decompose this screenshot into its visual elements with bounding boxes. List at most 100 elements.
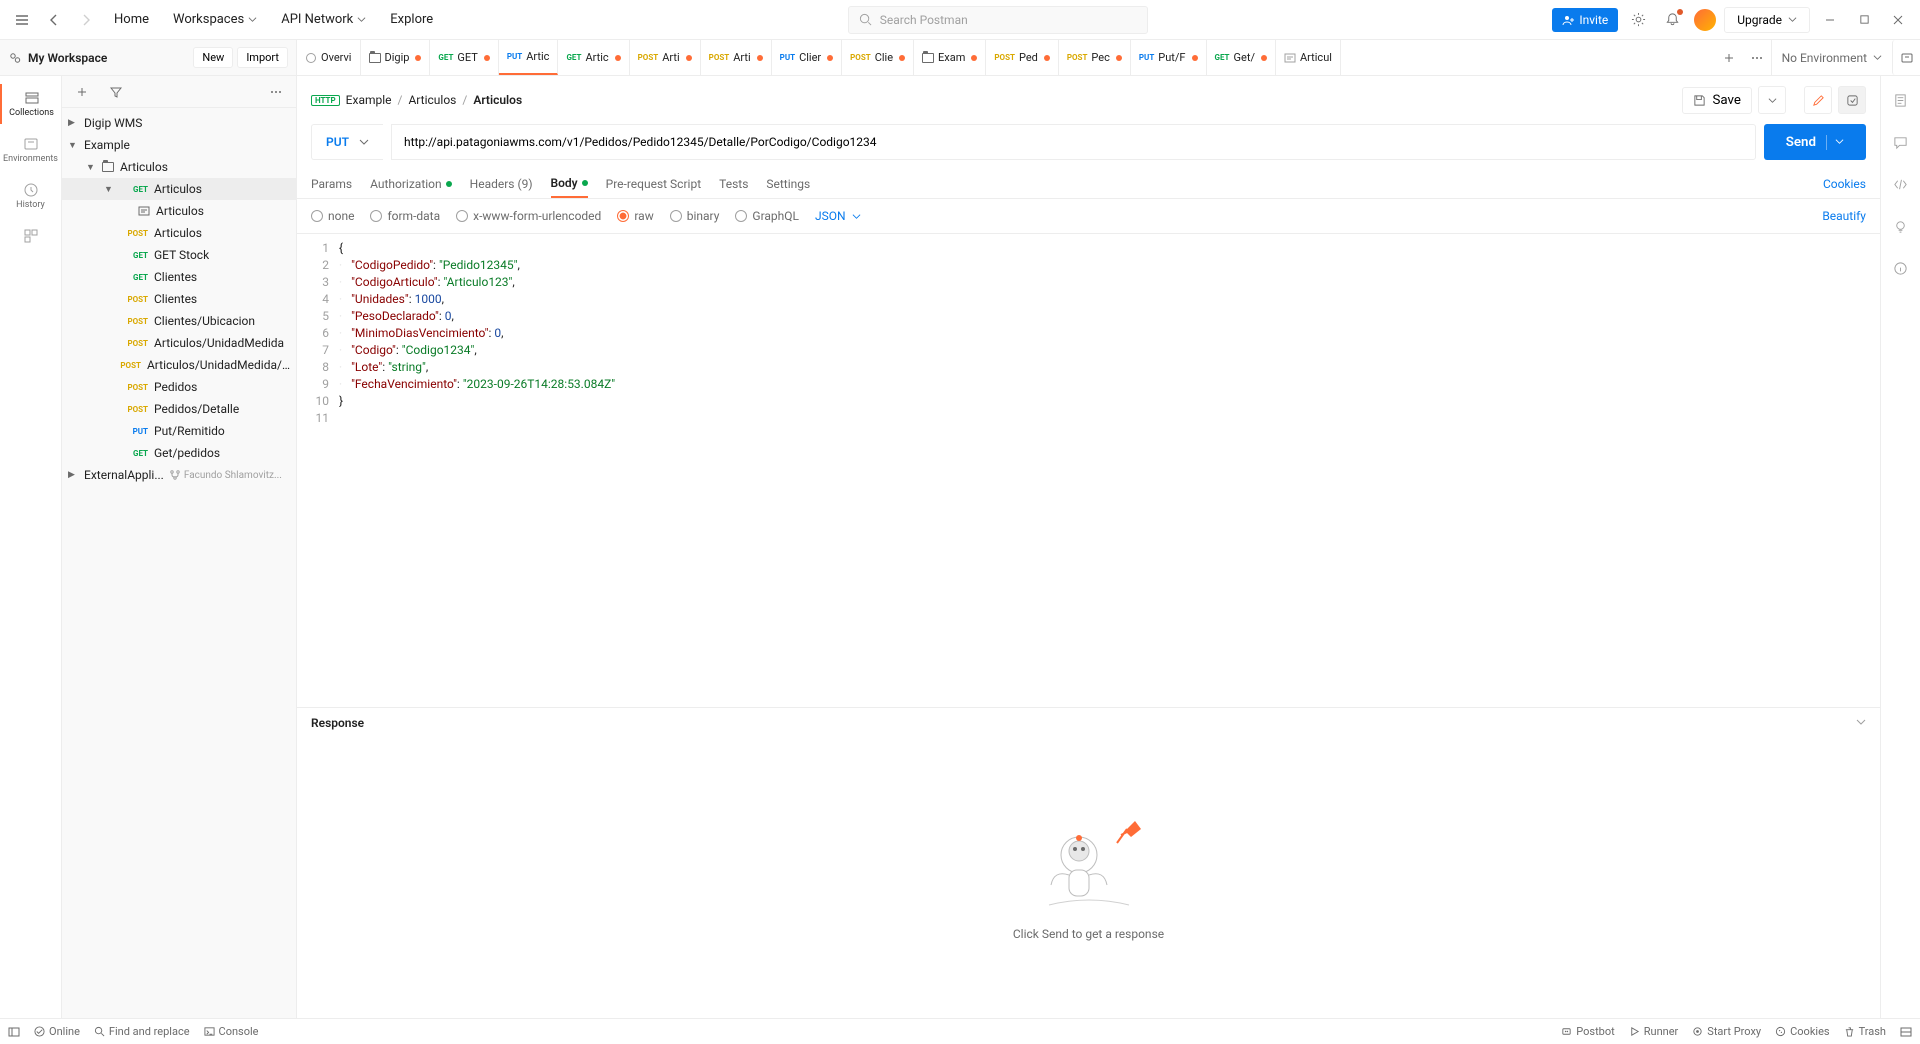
- code-editor[interactable]: 1234567891011 {· "CodigoPedido": "Pedido…: [297, 234, 1880, 707]
- breadcrumb-seg[interactable]: Articulos: [408, 93, 456, 107]
- sb-postbot[interactable]: Postbot: [1561, 1025, 1614, 1038]
- body-binary[interactable]: binary: [670, 209, 720, 223]
- tab-params[interactable]: Params: [311, 171, 352, 197]
- tree-row[interactable]: POSTArticulos/UnidadMedida: [62, 332, 296, 354]
- tab-item[interactable]: Articul: [1276, 40, 1341, 75]
- tab-prerequest[interactable]: Pre-request Script: [606, 171, 701, 197]
- tree-row[interactable]: POSTArticulos: [62, 222, 296, 244]
- beautify-link[interactable]: Beautify: [1822, 209, 1866, 223]
- tree-row[interactable]: ▶Digip WMS: [62, 112, 296, 134]
- tree-row[interactable]: GETGET Stock: [62, 244, 296, 266]
- add-tab-button[interactable]: [1715, 44, 1743, 72]
- import-button[interactable]: Import: [237, 47, 288, 68]
- hamburger-icon[interactable]: [8, 6, 36, 34]
- tab-overflow-button[interactable]: [1743, 44, 1771, 72]
- send-caret-icon[interactable]: [1826, 135, 1844, 150]
- tab-item[interactable]: GETGet/: [1207, 40, 1276, 75]
- nav-explore[interactable]: Explore: [380, 6, 443, 33]
- body-formdata[interactable]: form-data: [370, 209, 440, 223]
- tree-row[interactable]: ▼Articulos: [62, 156, 296, 178]
- body-language-selector[interactable]: JSON: [815, 209, 861, 223]
- tab-item[interactable]: POSTPec: [1059, 40, 1131, 75]
- rail-history[interactable]: History: [0, 176, 61, 216]
- sidebar-filter-icon[interactable]: [102, 78, 130, 106]
- cookies-link[interactable]: Cookies: [1823, 177, 1866, 191]
- notifications-icon[interactable]: [1658, 6, 1686, 34]
- tree-row[interactable]: POSTPedidos/Detalle: [62, 398, 296, 420]
- body-none[interactable]: none: [311, 209, 354, 223]
- nav-api-network[interactable]: API Network: [271, 6, 376, 33]
- forward-icon[interactable]: [72, 6, 100, 34]
- tab-item[interactable]: PUTClier: [772, 40, 842, 75]
- tab-item[interactable]: PUTPut/F: [1131, 40, 1207, 75]
- search-input[interactable]: Search Postman: [848, 6, 1148, 34]
- sidebar-more-icon[interactable]: [262, 78, 290, 106]
- sb-online[interactable]: Online: [34, 1025, 80, 1038]
- sb-trash[interactable]: Trash: [1844, 1025, 1886, 1038]
- window-maximize-icon[interactable]: [1850, 6, 1878, 34]
- code-body[interactable]: {· "CodigoPedido": "Pedido12345",· "Codi…: [339, 240, 1880, 701]
- code-icon[interactable]: [1887, 170, 1915, 198]
- window-minimize-icon[interactable]: [1816, 6, 1844, 34]
- share-button[interactable]: [1838, 86, 1866, 114]
- chevron-down-icon[interactable]: [1856, 716, 1866, 730]
- rail-configure[interactable]: [0, 222, 61, 250]
- body-urlencoded[interactable]: x-www-form-urlencoded: [456, 209, 601, 223]
- tree-row[interactable]: Articulos: [62, 200, 296, 222]
- url-input[interactable]: [391, 124, 1756, 160]
- info-icon[interactable]: [1887, 254, 1915, 282]
- invite-button[interactable]: Invite: [1552, 8, 1618, 32]
- sb-panel-icon[interactable]: [8, 1026, 20, 1038]
- tab-tests[interactable]: Tests: [719, 171, 748, 197]
- tab-item[interactable]: Overvi: [297, 40, 361, 75]
- upgrade-button[interactable]: Upgrade: [1724, 7, 1810, 33]
- window-close-icon[interactable]: [1884, 6, 1912, 34]
- breadcrumb-seg[interactable]: Example: [346, 93, 392, 107]
- environment-quicklook-icon[interactable]: [1892, 40, 1920, 75]
- sb-cookies[interactable]: Cookies: [1775, 1025, 1829, 1038]
- tab-item[interactable]: Exam: [914, 40, 986, 75]
- rail-collections[interactable]: Collections: [0, 84, 61, 124]
- body-raw[interactable]: raw: [617, 209, 653, 223]
- sb-runner[interactable]: Runner: [1629, 1025, 1679, 1038]
- sb-proxy[interactable]: Start Proxy: [1692, 1025, 1761, 1038]
- tab-authorization[interactable]: Authorization: [370, 171, 452, 197]
- tab-body[interactable]: Body: [551, 170, 588, 198]
- tree-row[interactable]: POSTArticulos/UnidadMedida/Codig...: [62, 354, 296, 376]
- save-dropdown[interactable]: [1758, 86, 1786, 114]
- tree-row[interactable]: GETGet/pedidos: [62, 442, 296, 464]
- tree-row[interactable]: ▶ExternalAppli...Facundo Shlamovitz...: [62, 464, 296, 486]
- tab-headers[interactable]: Headers (9): [470, 171, 533, 197]
- tab-item[interactable]: PUTArtic: [499, 40, 559, 75]
- sb-find[interactable]: Find and replace: [94, 1025, 190, 1038]
- tree-row[interactable]: ▼GETArticulos: [62, 178, 296, 200]
- sidebar-add-icon[interactable]: [68, 78, 96, 106]
- save-button[interactable]: Save: [1682, 87, 1752, 114]
- tree-row[interactable]: POSTClientes/Ubicacion: [62, 310, 296, 332]
- method-selector[interactable]: PUT: [311, 124, 383, 160]
- response-header[interactable]: Response: [297, 707, 1880, 738]
- sb-layout-icon[interactable]: [1900, 1025, 1912, 1038]
- tab-item[interactable]: GETGET: [430, 40, 498, 75]
- rail-environments[interactable]: Environments: [0, 130, 61, 170]
- send-button[interactable]: Send: [1764, 124, 1866, 160]
- new-button[interactable]: New: [193, 47, 233, 68]
- tab-item[interactable]: GETArtic: [558, 40, 629, 75]
- nav-workspaces[interactable]: Workspaces: [163, 6, 267, 33]
- tree-row[interactable]: POSTPedidos: [62, 376, 296, 398]
- sb-console[interactable]: Console: [204, 1025, 259, 1038]
- tab-item[interactable]: Digip: [361, 40, 431, 75]
- nav-home[interactable]: Home: [104, 6, 159, 33]
- back-icon[interactable]: [40, 6, 68, 34]
- avatar[interactable]: [1692, 7, 1718, 33]
- edit-button[interactable]: [1804, 86, 1832, 114]
- settings-icon[interactable]: [1624, 6, 1652, 34]
- tab-item[interactable]: POSTClie: [842, 40, 914, 75]
- tab-item[interactable]: POSTArti: [630, 40, 701, 75]
- tab-settings[interactable]: Settings: [766, 171, 810, 197]
- bulb-icon[interactable]: [1887, 212, 1915, 240]
- tree-row[interactable]: PUTPut/Remitido: [62, 420, 296, 442]
- tree-row[interactable]: POSTClientes: [62, 288, 296, 310]
- docs-icon[interactable]: [1887, 86, 1915, 114]
- tree-row[interactable]: ▼Example: [62, 134, 296, 156]
